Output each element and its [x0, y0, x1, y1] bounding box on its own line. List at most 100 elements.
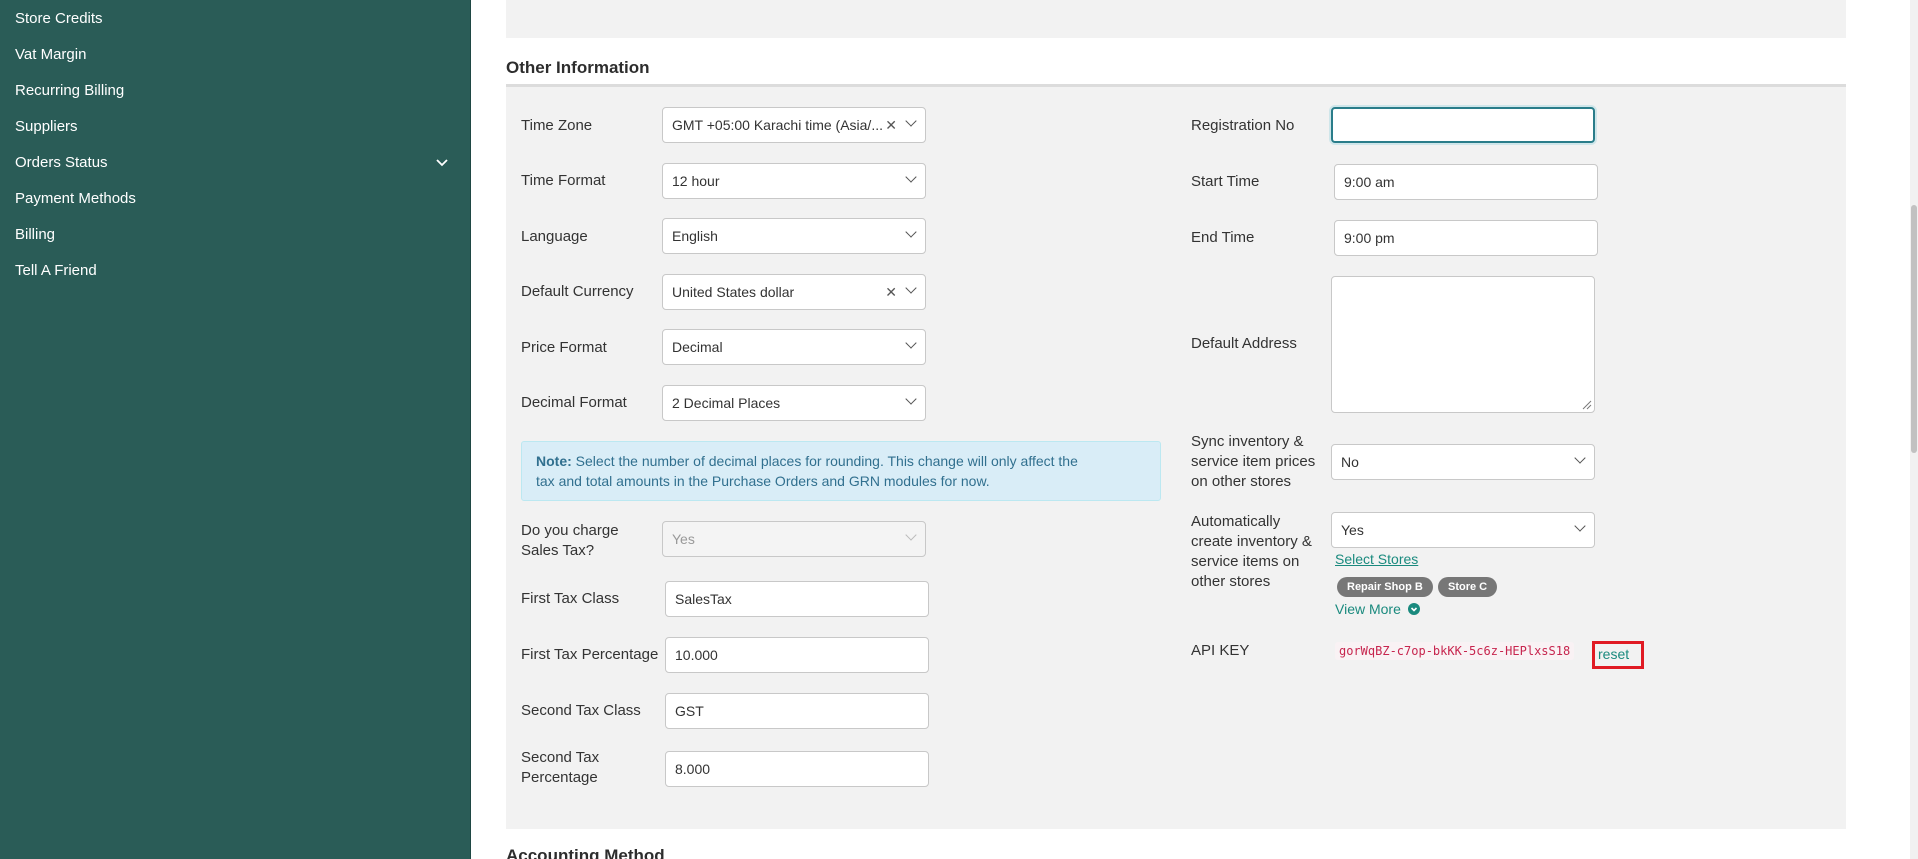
sidebar-item-orders-status[interactable]: Orders Status [15, 149, 455, 177]
chevron-down-icon [905, 171, 917, 183]
start-time-input[interactable]: 9:00 am [1334, 164, 1598, 200]
chevron-down-icon [905, 282, 917, 294]
default-currency-label: Default Currency [521, 283, 634, 300]
second-tax-percentage-input[interactable]: 8.000 [665, 751, 929, 787]
chevron-down-icon [1574, 520, 1586, 532]
sales-tax-label-line2: Sales Tax? [521, 542, 595, 559]
time-format-value: 12 hour [672, 173, 720, 189]
default-address-textarea[interactable] [1331, 276, 1595, 413]
auto-create-label-line1: Automatically [1191, 513, 1281, 530]
sales-tax-select[interactable]: Yes [662, 521, 926, 557]
registration-no-input[interactable] [1331, 107, 1595, 143]
sync-inventory-label-line2: service item prices [1191, 453, 1316, 470]
end-time-input[interactable]: 9:00 pm [1334, 220, 1598, 256]
section-title: Other Information [506, 58, 650, 77]
auto-create-label-line3: service items on [1191, 553, 1300, 570]
second-tax-class-label: Second Tax Class [521, 702, 641, 719]
auto-create-value: Yes [1341, 522, 1364, 538]
chevron-down-icon [905, 115, 917, 127]
default-currency-select[interactable]: United States dollar ✕ [662, 274, 926, 310]
sidebar-item-store-credits[interactable]: Store Credits [15, 5, 455, 33]
sidebar-item-tell-a-friend[interactable]: Tell A Friend [15, 257, 455, 285]
language-label: Language [521, 228, 588, 245]
sidebar-item-vat-margin[interactable]: Vat Margin [15, 41, 455, 69]
auto-create-label: Automatically create inventory & service… [1191, 512, 1312, 592]
view-more-label: View More [1335, 601, 1401, 617]
chevron-down-icon [1574, 452, 1586, 464]
note-text-line1: Select the number of decimal places for … [575, 453, 1078, 469]
time-zone-label: Time Zone [521, 117, 593, 134]
chevron-down-icon [905, 337, 917, 349]
second-tax-percentage-label-line2: Percentage [521, 769, 598, 786]
sidebar-item-label: Payment Methods [15, 190, 136, 207]
sidebar: Store Credits Vat Margin Recurring Billi… [0, 0, 471, 859]
decimal-format-select[interactable]: 2 Decimal Places [662, 385, 926, 421]
default-address-label: Default Address [1191, 335, 1297, 352]
resize-handle-icon[interactable] [1582, 400, 1592, 410]
scrollbar-thumb[interactable] [1911, 205, 1917, 453]
first-tax-percentage-label: First Tax Percentage [521, 646, 659, 663]
sidebar-item-label: Recurring Billing [15, 82, 125, 99]
start-time-label: Start Time [1191, 173, 1260, 190]
decimal-format-label: Decimal Format [521, 394, 627, 411]
first-tax-class-input[interactable]: SalesTax [665, 581, 929, 617]
sales-tax-value: Yes [672, 531, 695, 547]
sidebar-item-label: Suppliers [15, 118, 78, 135]
sync-inventory-value: No [1341, 454, 1359, 470]
sync-inventory-label-line1: Sync inventory & [1191, 433, 1304, 450]
scrollbar[interactable] [1910, 0, 1918, 859]
chevron-down-icon [905, 529, 917, 541]
accounting-method-title: Accounting Method [506, 846, 665, 859]
chevron-down-icon [905, 393, 917, 405]
chevron-down-circle-icon [1407, 603, 1420, 615]
clear-icon[interactable]: ✕ [885, 108, 897, 142]
decimal-format-value: 2 Decimal Places [672, 395, 781, 411]
api-key-label: API KEY [1191, 642, 1250, 659]
second-tax-percentage-label-line1: Second Tax [521, 749, 600, 766]
note-prefix: Note: [536, 453, 572, 469]
store-badge: Repair Shop B [1337, 577, 1433, 597]
price-format-label: Price Format [521, 339, 607, 356]
sales-tax-label-line1: Do you charge [521, 522, 619, 539]
price-format-select[interactable]: Decimal [662, 329, 926, 365]
chevron-down-icon [905, 226, 917, 238]
view-more-link[interactable]: View More [1335, 601, 1420, 617]
sidebar-item-recurring-billing[interactable]: Recurring Billing [15, 77, 455, 105]
chevron-down-icon[interactable] [435, 149, 449, 186]
time-zone-select[interactable]: GMT +05:00 Karachi time (Asia/... ✕ [662, 107, 926, 143]
sidebar-item-billing[interactable]: Billing [15, 221, 455, 249]
sidebar-item-label: Tell A Friend [15, 262, 97, 279]
clear-icon[interactable]: ✕ [885, 275, 897, 309]
second-tax-class-input[interactable]: GST [665, 693, 929, 729]
sync-inventory-select[interactable]: No [1331, 444, 1595, 480]
time-zone-value: GMT +05:00 Karachi time (Asia/... [672, 117, 883, 133]
api-key-value: gorWqBZ-c7op-bkKK-5c6z-HEPlxsS18 [1335, 642, 1575, 660]
first-tax-class-label: First Tax Class [521, 590, 620, 607]
sidebar-item-suppliers[interactable]: Suppliers [15, 113, 455, 141]
sidebar-item-label: Orders Status [15, 154, 108, 171]
sidebar-item-label: Billing [15, 226, 56, 243]
language-select[interactable]: English [662, 218, 926, 254]
decimal-note: Note: Select the number of decimal place… [521, 441, 1161, 501]
note-text-line2: tax and total amounts in the Purchase Or… [536, 473, 990, 489]
default-currency-value: United States dollar [672, 284, 795, 300]
reset-api-key-link[interactable]: reset [1592, 641, 1644, 669]
sidebar-item-label: Vat Margin [15, 46, 87, 63]
sync-inventory-label: Sync inventory & service item prices on … [1191, 432, 1315, 492]
first-tax-percentage-input[interactable]: 10.000 [665, 637, 929, 673]
sales-tax-label: Do you charge Sales Tax? [521, 521, 619, 561]
previous-section-panel [506, 0, 1846, 38]
auto-create-select[interactable]: Yes [1331, 512, 1595, 548]
registration-no-label: Registration No [1191, 117, 1295, 134]
sidebar-item-label: Store Credits [15, 10, 103, 27]
second-tax-percentage-label: Second Tax Percentage [521, 748, 599, 788]
language-value: English [672, 228, 718, 244]
select-stores-link[interactable]: Select Stores [1335, 551, 1418, 567]
sidebar-item-payment-methods[interactable]: Payment Methods [15, 185, 455, 213]
time-format-select[interactable]: 12 hour [662, 163, 926, 199]
sync-inventory-label-line3: on other stores [1191, 473, 1292, 490]
auto-create-label-line2: create inventory & [1191, 533, 1312, 550]
auto-create-label-line4: other stores [1191, 573, 1271, 590]
time-format-label: Time Format [521, 172, 606, 189]
store-badge: Store C [1438, 577, 1498, 597]
